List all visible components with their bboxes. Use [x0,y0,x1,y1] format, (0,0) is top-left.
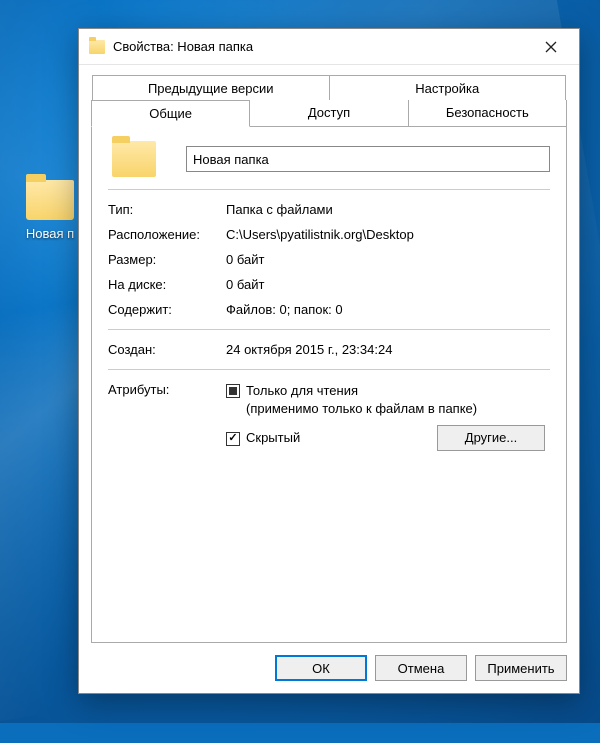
apply-button[interactable]: Применить [475,655,567,681]
close-icon [545,41,557,53]
ok-button[interactable]: ОК [275,655,367,681]
location-value: C:\Users\pyatilistnik.org\Desktop [226,227,550,242]
created-label: Создан: [108,342,226,357]
close-button[interactable] [531,32,571,62]
folder-icon [112,141,156,177]
ondisk-value: 0 байт [226,277,550,292]
size-label: Размер: [108,252,226,267]
ondisk-label: На диске: [108,277,226,292]
divider [108,189,550,190]
type-label: Тип: [108,202,226,217]
folder-icon [26,180,74,220]
readonly-label-sub: (применимо только к файлам в папке) [246,400,477,418]
divider [108,369,550,370]
hidden-label: Скрытый [246,429,300,447]
tab-strip: Предыдущие версии Настройка Общие Доступ… [79,65,579,127]
size-value: 0 байт [226,252,550,267]
folder-icon [89,40,105,54]
location-label: Расположение: [108,227,226,242]
attributes-label: Атрибуты: [108,382,226,451]
hidden-checkbox[interactable] [226,432,240,446]
window-title: Свойства: Новая папка [113,39,531,54]
general-panel: Тип: Папка с файлами Расположение: C:\Us… [91,127,567,643]
divider [108,329,550,330]
tab-customize[interactable]: Настройка [330,75,567,101]
type-value: Папка с файлами [226,202,550,217]
contains-value: Файлов: 0; папок: 0 [226,302,550,317]
desktop-icon-label: Новая п [20,226,80,241]
readonly-label-main: Только для чтения [246,383,358,398]
desktop-folder-shortcut[interactable]: Новая п [20,180,80,241]
tab-sharing[interactable]: Доступ [250,100,408,127]
tab-security[interactable]: Безопасность [409,100,567,127]
properties-dialog: Свойства: Новая папка Предыдущие версии … [78,28,580,694]
advanced-button[interactable]: Другие... [437,425,545,451]
tab-previous-versions[interactable]: Предыдущие версии [92,75,330,101]
titlebar[interactable]: Свойства: Новая папка [79,29,579,65]
created-value: 24 октября 2015 г., 23:34:24 [226,342,550,357]
readonly-checkbox[interactable] [226,384,240,398]
dialog-footer: ОК Отмена Применить [79,643,579,693]
readonly-label: Только для чтения (применимо только к фа… [246,382,477,417]
cancel-button[interactable]: Отмена [375,655,467,681]
tab-general[interactable]: Общие [91,100,250,127]
contains-label: Содержит: [108,302,226,317]
folder-name-input[interactable] [186,146,550,172]
